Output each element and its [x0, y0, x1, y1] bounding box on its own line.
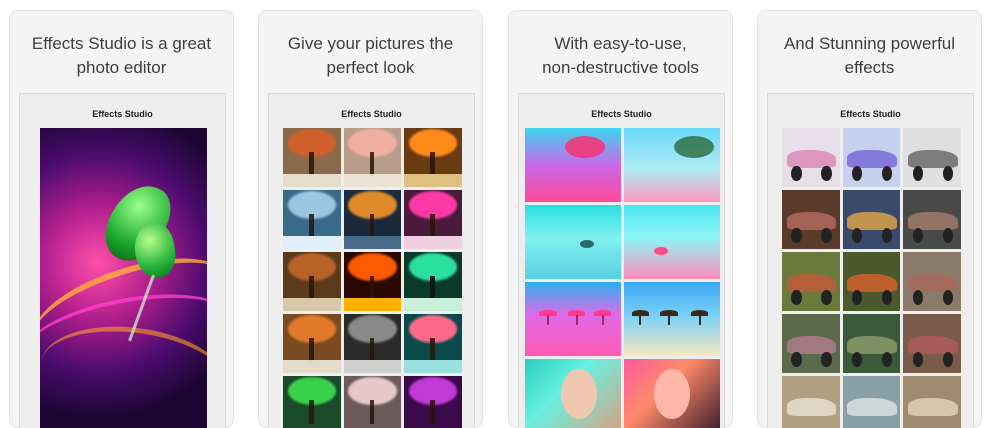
- palm-leaves: [565, 136, 605, 158]
- filter-thumbnail-grid: [525, 128, 720, 428]
- promo-card-1: Effects Studio is a great photo editor E…: [9, 10, 234, 428]
- phone-screenshot: Effects Studio: [767, 93, 974, 428]
- filter-thumbnail[interactable]: [525, 205, 621, 279]
- promo-card-2: Give your pictures the perfect look Effe…: [258, 10, 483, 428]
- caption-line-1: And Stunning powerful: [783, 34, 956, 53]
- filter-thumbnail[interactable]: [525, 128, 621, 202]
- filter-thumbnail[interactable]: [404, 376, 462, 428]
- filter-thumbnail[interactable]: [842, 252, 901, 311]
- filter-thumbnail[interactable]: [842, 376, 901, 428]
- filter-thumbnail[interactable]: [283, 128, 341, 187]
- filter-thumbnail[interactable]: [903, 190, 961, 249]
- filter-thumbnail[interactable]: [624, 205, 720, 279]
- caption-line-2: photo editor: [76, 58, 167, 77]
- card-caption: With easy-to-use, non-destructive tools: [508, 32, 733, 80]
- portrait-face: [561, 369, 597, 419]
- caption-line-2: perfect look: [326, 58, 415, 77]
- phone-screenshot: Effects Studio: [268, 93, 475, 428]
- filter-thumbnail[interactable]: [842, 190, 901, 249]
- caption-line-1: Give your pictures the: [287, 34, 454, 53]
- filter-thumbnail[interactable]: [624, 282, 720, 356]
- card-caption: Effects Studio is a great photo editor: [9, 32, 234, 80]
- portrait-face: [654, 369, 690, 419]
- filter-thumbnail[interactable]: [782, 190, 840, 249]
- filter-thumbnail[interactable]: [782, 376, 840, 428]
- app-title: Effects Studio: [840, 109, 901, 119]
- phone-screenshot: Effects Studio: [518, 93, 725, 428]
- filter-thumbnail-grid: [782, 128, 961, 428]
- palm-leaves: [674, 136, 714, 158]
- filter-thumbnail[interactable]: [404, 314, 462, 373]
- filter-thumbnail[interactable]: [404, 190, 462, 249]
- fish: [580, 240, 594, 248]
- filter-thumbnail[interactable]: [283, 314, 341, 373]
- filter-thumbnail[interactable]: [283, 252, 341, 311]
- caption-line-1: With easy-to-use,: [554, 34, 687, 53]
- promo-card-4: And Stunning powerful effects Effects St…: [757, 10, 982, 428]
- filter-thumbnail[interactable]: [624, 128, 720, 202]
- app-title: Effects Studio: [591, 109, 652, 119]
- filter-thumbnail[interactable]: [343, 314, 402, 373]
- filter-thumbnail[interactable]: [903, 314, 961, 373]
- filter-thumbnail[interactable]: [343, 190, 402, 249]
- caption-line-2: non-destructive tools: [542, 58, 699, 77]
- filter-thumbnail[interactable]: [283, 190, 341, 249]
- caption-line-2: effects: [844, 58, 895, 77]
- filter-thumbnail[interactable]: [842, 314, 901, 373]
- filter-thumbnail[interactable]: [782, 128, 840, 187]
- app-title: Effects Studio: [92, 109, 153, 119]
- filter-thumbnail[interactable]: [903, 128, 961, 187]
- filter-thumbnail[interactable]: [404, 128, 462, 187]
- card-caption: And Stunning powerful effects: [757, 32, 982, 80]
- filter-thumbnail[interactable]: [782, 252, 840, 311]
- fish: [654, 247, 668, 255]
- filter-thumbnail[interactable]: [903, 252, 961, 311]
- caption-line-1: Effects Studio is a great: [31, 34, 212, 53]
- filter-thumbnail[interactable]: [343, 252, 402, 311]
- filter-thumbnail[interactable]: [343, 376, 402, 428]
- filter-thumbnail[interactable]: [404, 252, 462, 311]
- filter-thumbnail[interactable]: [842, 128, 901, 187]
- filter-thumbnail[interactable]: [283, 376, 341, 428]
- filter-thumbnail[interactable]: [343, 128, 402, 187]
- card-caption: Give your pictures the perfect look: [258, 32, 483, 80]
- filter-thumbnail[interactable]: [525, 282, 621, 356]
- hero-image: [40, 128, 207, 428]
- app-title: Effects Studio: [341, 109, 402, 119]
- filter-thumbnail-grid: [283, 128, 462, 428]
- phone-screenshot: Effects Studio: [19, 93, 226, 428]
- filter-thumbnail[interactable]: [782, 314, 840, 373]
- filter-thumbnail[interactable]: [903, 376, 961, 428]
- promo-card-3: With easy-to-use, non-destructive tools …: [508, 10, 733, 428]
